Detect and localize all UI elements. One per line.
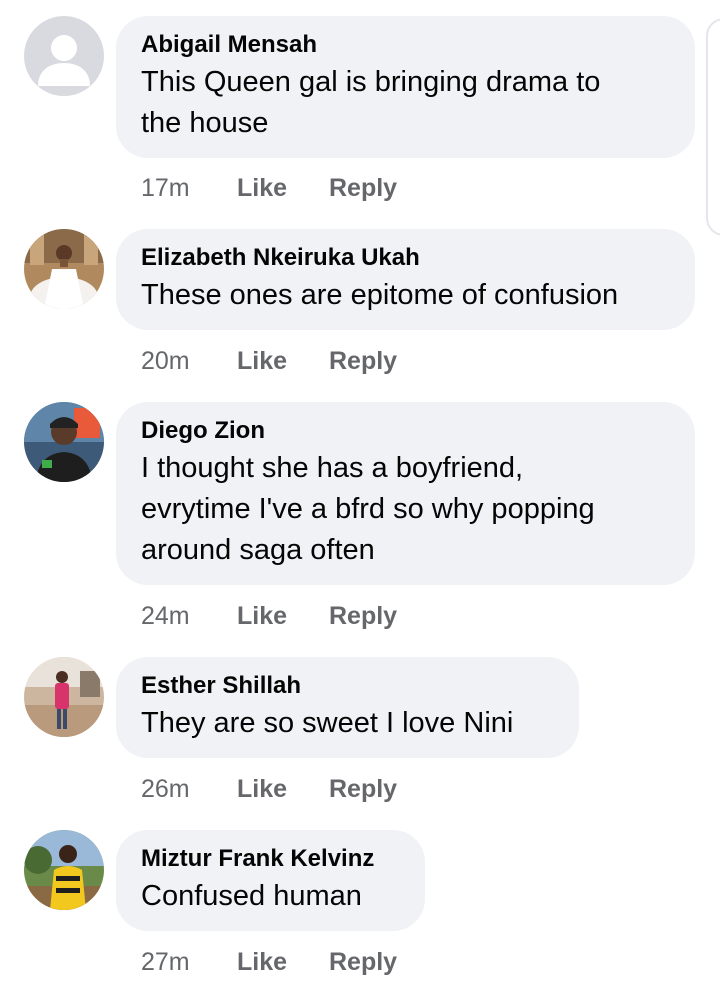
comment-author[interactable]: Esther Shillah (141, 671, 553, 701)
reply-button[interactable]: Reply (329, 947, 397, 977)
clipped-card-edge (706, 18, 720, 236)
avatar[interactable] (24, 657, 104, 737)
comment-text-line: Confused human (141, 880, 362, 912)
comment-timestamp: 20m (141, 347, 190, 375)
comment-timestamp: 24m (141, 602, 190, 630)
comment-text: I thought she has a boyfriend, evrytime … (141, 448, 669, 571)
reply-button[interactable]: Reply (329, 173, 397, 203)
avatar[interactable] (24, 16, 104, 96)
comment-text-line: They are so sweet I love Nini (141, 707, 514, 739)
comment-bubble: Miztur Frank Kelvinz Confused human (116, 830, 425, 931)
comment-text-line: the house (141, 107, 269, 139)
comment-bubble: Abigail Mensah This Queen gal is bringin… (116, 16, 695, 158)
reply-button[interactable]: Reply (329, 774, 397, 804)
comment-timestamp: 27m (141, 948, 190, 976)
comment-timestamp: 17m (141, 174, 190, 202)
profile-photo-bride (24, 229, 104, 309)
avatar[interactable] (24, 830, 104, 910)
comment-timestamp: 26m (141, 775, 190, 803)
reply-button[interactable]: Reply (329, 601, 397, 631)
profile-photo-woman-outdoors (24, 657, 104, 737)
comment-author[interactable]: Miztur Frank Kelvinz (141, 844, 399, 874)
comment-author[interactable]: Diego Zion (141, 416, 669, 446)
comment-text-line: These ones are epitome of confusion (141, 279, 619, 311)
avatar[interactable] (24, 229, 104, 309)
comment-text-line: I thought she has a boyfriend, (141, 452, 524, 484)
reply-button[interactable]: Reply (329, 346, 397, 376)
comment-text-line: around saga often (141, 534, 375, 566)
comment-bubble: Elizabeth Nkeiruka Ukah These ones are e… (116, 229, 695, 330)
comment-text: Confused human (141, 876, 399, 917)
like-button[interactable]: Like (237, 947, 287, 977)
like-button[interactable]: Like (237, 601, 287, 631)
profile-photo-man-yellow-jersey (24, 830, 104, 910)
avatar[interactable] (24, 402, 104, 482)
comment-bubble: Esther Shillah They are so sweet I love … (116, 657, 579, 758)
default-profile-icon (24, 16, 104, 96)
comment-text: They are so sweet I love Nini (141, 703, 553, 744)
comment-text: This Queen gal is bringing drama to the … (141, 62, 669, 144)
like-button[interactable]: Like (237, 173, 287, 203)
like-button[interactable]: Like (237, 774, 287, 804)
comment-text-line: evrytime I've a bfrd so why popping (141, 493, 595, 525)
comment-bubble: Diego Zion I thought she has a boyfriend… (116, 402, 695, 585)
comment-author[interactable]: Abigail Mensah (141, 30, 669, 60)
comment-text: These ones are epitome of confusion (141, 275, 669, 316)
comment-author[interactable]: Elizabeth Nkeiruka Ukah (141, 243, 669, 273)
like-button[interactable]: Like (237, 346, 287, 376)
profile-photo-man-cap (24, 402, 104, 482)
comment-text-line: This Queen gal is bringing drama to (141, 66, 601, 98)
